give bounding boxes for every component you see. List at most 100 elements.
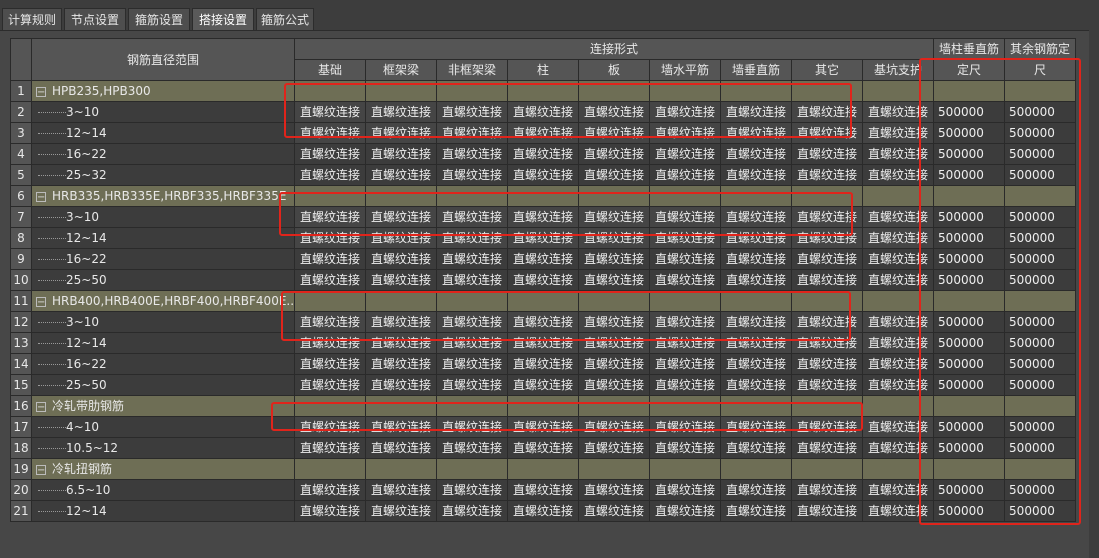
table-row[interactable]: 15 25~50 直螺纹连接 直螺纹连接 直螺纹连接 直螺纹连接 直螺纹连接 直螺纹连接 直螺纹… bbox=[10, 374, 1077, 396]
connection-type-cell[interactable]: 直螺纹连接 bbox=[720, 164, 793, 186]
tab-lap-settings[interactable]: 搭接设置 bbox=[192, 8, 254, 30]
connection-type-cell[interactable]: 直螺纹连接 bbox=[720, 500, 793, 522]
connection-type-cell[interactable]: 直螺纹连接 bbox=[294, 437, 367, 459]
connection-type-cell[interactable]: 直螺纹连接 bbox=[294, 101, 367, 123]
connection-type-cell[interactable]: 直螺纹连接 bbox=[507, 416, 580, 438]
connection-type-cell[interactable]: 直螺纹连接 bbox=[649, 500, 722, 522]
table-row[interactable]: 17 4~10 直螺纹连接 直螺纹连接 直螺纹连接 直螺纹连接 直螺纹连接 直螺纹连接 直螺纹连… bbox=[10, 416, 1077, 438]
wall-column-fixed-length-cell[interactable]: 500000 bbox=[933, 311, 1006, 333]
connection-type-cell[interactable]: 直螺纹连接 bbox=[578, 353, 651, 375]
group-name-cell[interactable]: − HRB335,HRB335E,HRBF335,HRBF335E bbox=[30, 185, 296, 207]
connection-type-cell[interactable]: 直螺纹连接 bbox=[791, 500, 864, 522]
connection-type-cell[interactable]: 直螺纹连接 bbox=[436, 206, 509, 228]
connection-type-cell[interactable]: 直螺纹连接 bbox=[862, 437, 935, 459]
connection-type-cell[interactable]: 直螺纹连接 bbox=[578, 500, 651, 522]
connection-type-cell[interactable]: 直螺纹连接 bbox=[294, 374, 367, 396]
connection-type-cell[interactable]: 直螺纹连接 bbox=[294, 353, 367, 375]
connection-type-cell[interactable]: 直螺纹连接 bbox=[720, 143, 793, 165]
connection-type-cell[interactable]: 直螺纹连接 bbox=[578, 416, 651, 438]
connection-type-cell[interactable]: 直螺纹连接 bbox=[507, 500, 580, 522]
connection-type-cell[interactable]: 直螺纹连接 bbox=[649, 248, 722, 270]
diameter-range-cell[interactable]: 4~10 bbox=[30, 416, 296, 438]
connection-type-cell[interactable]: 直螺纹连接 bbox=[436, 164, 509, 186]
connection-type-cell[interactable]: 直螺纹连接 bbox=[649, 353, 722, 375]
connection-type-cell[interactable]: 直螺纹连接 bbox=[436, 500, 509, 522]
connection-type-cell[interactable]: 直螺纹连接 bbox=[294, 143, 367, 165]
connection-type-cell[interactable]: 直螺纹连接 bbox=[791, 479, 864, 501]
other-fixed-length-cell[interactable]: 500000 bbox=[1004, 143, 1077, 165]
connection-type-cell[interactable]: 直螺纹连接 bbox=[507, 143, 580, 165]
connection-type-cell[interactable]: 直螺纹连接 bbox=[791, 437, 864, 459]
tab-stirrup-formula[interactable]: 箍筋公式 bbox=[256, 8, 314, 30]
wall-column-fixed-length-cell[interactable]: 500000 bbox=[933, 353, 1006, 375]
connection-type-cell[interactable]: 直螺纹连接 bbox=[578, 101, 651, 123]
connection-type-cell[interactable]: 直螺纹连接 bbox=[507, 101, 580, 123]
connection-type-cell[interactable]: 直螺纹连接 bbox=[649, 206, 722, 228]
other-fixed-length-cell[interactable]: 500000 bbox=[1004, 479, 1077, 501]
other-fixed-length-cell[interactable]: 500000 bbox=[1004, 164, 1077, 186]
wall-column-fixed-length-cell[interactable]: 500000 bbox=[933, 332, 1006, 354]
connection-type-cell[interactable]: 直螺纹连接 bbox=[720, 227, 793, 249]
wall-column-fixed-length-cell[interactable]: 500000 bbox=[933, 479, 1006, 501]
connection-type-cell[interactable]: 直螺纹连接 bbox=[578, 269, 651, 291]
connection-type-cell[interactable]: 直螺纹连接 bbox=[649, 227, 722, 249]
connection-type-cell[interactable]: 直螺纹连接 bbox=[365, 227, 438, 249]
connection-type-cell[interactable]: 直螺纹连接 bbox=[436, 332, 509, 354]
table-row[interactable]: 18 10.5~12 直螺纹连接 直螺纹连接 直螺纹连接 直螺纹连接 直螺纹连接 直螺纹连接直… bbox=[10, 437, 1077, 459]
connection-type-cell[interactable]: 直螺纹连接 bbox=[507, 269, 580, 291]
connection-type-cell[interactable]: 直螺纹连接 bbox=[436, 101, 509, 123]
connection-type-cell[interactable]: 直螺纹连接 bbox=[507, 164, 580, 186]
connection-type-cell[interactable]: 直螺纹连接 bbox=[578, 143, 651, 165]
table-row[interactable]: 1− HPB235,HPB300 bbox=[10, 80, 1077, 102]
connection-type-cell[interactable]: 直螺纹连接 bbox=[862, 164, 935, 186]
wall-column-fixed-length-cell[interactable]: 500000 bbox=[933, 437, 1006, 459]
connection-type-cell[interactable]: 直螺纹连接 bbox=[720, 101, 793, 123]
connection-type-cell[interactable]: 直螺纹连接 bbox=[649, 416, 722, 438]
connection-type-cell[interactable]: 直螺纹连接 bbox=[507, 227, 580, 249]
connection-type-cell[interactable]: 直螺纹连接 bbox=[649, 374, 722, 396]
diameter-range-cell[interactable]: 16~22 bbox=[30, 248, 296, 270]
other-fixed-length-cell[interactable]: 500000 bbox=[1004, 122, 1077, 144]
connection-type-cell[interactable]: 直螺纹连接 bbox=[365, 122, 438, 144]
connection-type-cell[interactable]: 直螺纹连接 bbox=[436, 311, 509, 333]
connection-type-cell[interactable]: 直螺纹连接 bbox=[365, 311, 438, 333]
connection-type-cell[interactable]: 直螺纹连接 bbox=[720, 206, 793, 228]
connection-type-cell[interactable]: 直螺纹连接 bbox=[294, 311, 367, 333]
connection-type-cell[interactable]: 直螺纹连接 bbox=[507, 122, 580, 144]
connection-type-cell[interactable]: 直螺纹连接 bbox=[791, 332, 864, 354]
connection-type-cell[interactable]: 直螺纹连接 bbox=[436, 437, 509, 459]
connection-type-cell[interactable]: 直螺纹连接 bbox=[578, 479, 651, 501]
table-row[interactable]: 10 25~50 直螺纹连接 直螺纹连接 直螺纹连接 直螺纹连接 直螺纹连接 直螺纹连接 直螺纹… bbox=[10, 269, 1077, 291]
tab-node-settings[interactable]: 节点设置 bbox=[64, 8, 126, 30]
table-row[interactable]: 5 25~32 直螺纹连接 直螺纹连接 直螺纹连接 直螺纹连接 直螺纹连接 直螺纹连接 直螺纹连… bbox=[10, 164, 1077, 186]
connection-type-cell[interactable]: 直螺纹连接 bbox=[294, 122, 367, 144]
connection-type-cell[interactable]: 直螺纹连接 bbox=[791, 143, 864, 165]
tab-stirrup-settings[interactable]: 箍筋设置 bbox=[128, 8, 190, 30]
table-row[interactable]: 2 3~10 直螺纹连接 直螺纹连接 直螺纹连接 直螺纹连接 直螺纹连接 直螺纹连接 直螺纹连接… bbox=[10, 101, 1077, 123]
connection-type-cell[interactable]: 直螺纹连接 bbox=[862, 353, 935, 375]
wall-column-fixed-length-cell[interactable]: 500000 bbox=[933, 206, 1006, 228]
table-row[interactable]: 13 12~14 直螺纹连接 直螺纹连接 直螺纹连接 直螺纹连接 直螺纹连接 直螺纹连接 直螺纹… bbox=[10, 332, 1077, 354]
wall-column-fixed-length-cell[interactable]: 500000 bbox=[933, 500, 1006, 522]
diameter-range-cell[interactable]: 16~22 bbox=[30, 143, 296, 165]
other-fixed-length-cell[interactable]: 500000 bbox=[1004, 206, 1077, 228]
collapse-icon[interactable]: − bbox=[36, 86, 46, 97]
connection-type-cell[interactable]: 直螺纹连接 bbox=[294, 416, 367, 438]
connection-type-cell[interactable]: 直螺纹连接 bbox=[365, 269, 438, 291]
connection-type-cell[interactable]: 直螺纹连接 bbox=[720, 332, 793, 354]
connection-type-cell[interactable]: 直螺纹连接 bbox=[294, 164, 367, 186]
group-name-cell[interactable]: − 冷轧扭钢筋 bbox=[30, 458, 296, 480]
connection-type-cell[interactable]: 直螺纹连接 bbox=[365, 500, 438, 522]
other-fixed-length-cell[interactable]: 500000 bbox=[1004, 269, 1077, 291]
connection-type-cell[interactable]: 直螺纹连接 bbox=[862, 269, 935, 291]
other-fixed-length-cell[interactable]: 500000 bbox=[1004, 248, 1077, 270]
connection-type-cell[interactable]: 直螺纹连接 bbox=[578, 164, 651, 186]
connection-type-cell[interactable]: 直螺纹连接 bbox=[649, 122, 722, 144]
connection-type-cell[interactable]: 直螺纹连接 bbox=[791, 311, 864, 333]
table-row[interactable]: 21 12~14 直螺纹连接 直螺纹连接 直螺纹连接 直螺纹连接 直螺纹连接 直螺纹连接 直螺纹… bbox=[10, 500, 1077, 522]
connection-type-cell[interactable]: 直螺纹连接 bbox=[365, 248, 438, 270]
connection-type-cell[interactable]: 直螺纹连接 bbox=[578, 374, 651, 396]
diameter-range-cell[interactable]: 3~10 bbox=[30, 101, 296, 123]
connection-type-cell[interactable]: 直螺纹连接 bbox=[862, 122, 935, 144]
connection-type-cell[interactable]: 直螺纹连接 bbox=[578, 122, 651, 144]
